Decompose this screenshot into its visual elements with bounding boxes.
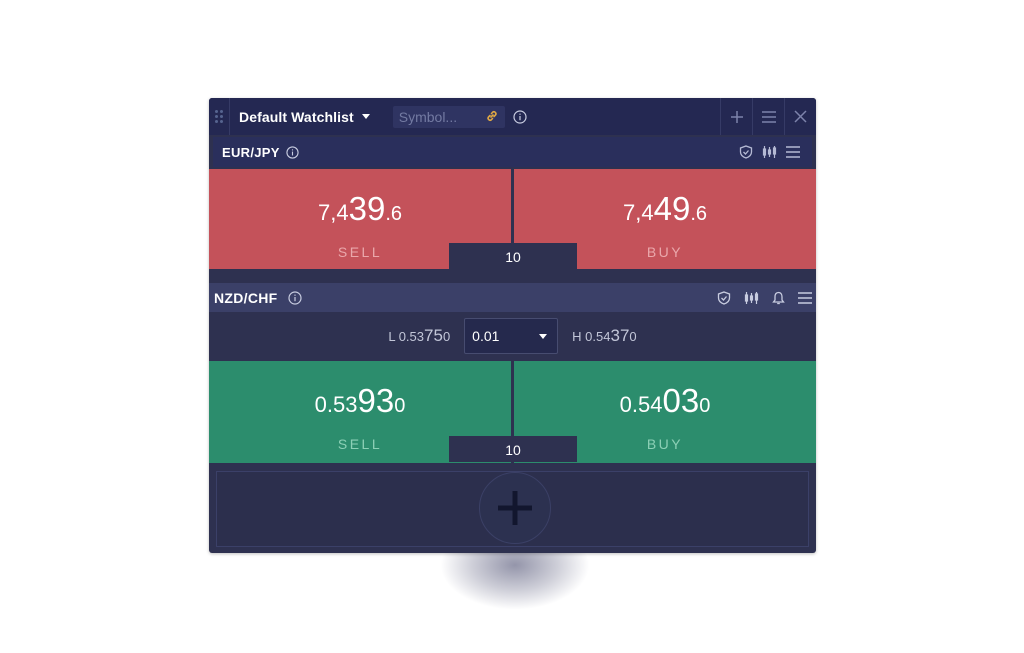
quantity-input-eurjpy[interactable]: 10 (449, 243, 577, 269)
instrument-header-eurjpy: EUR/JPY (213, 137, 812, 167)
close-button[interactable] (784, 98, 816, 135)
watchlist-titlebar: Default Watchlist (209, 98, 816, 135)
instrument-name: EUR/JPY (222, 144, 280, 160)
spread-row-nzdchf: L 0.53750 0.01 H 0.54370 (209, 312, 816, 360)
divider (229, 98, 230, 135)
quantity-input-nzdchf[interactable]: 10 (449, 436, 577, 462)
bell-icon[interactable] (772, 291, 785, 305)
shield-icon[interactable] (717, 290, 731, 305)
instrument-header-nzdchf: NZD/CHF (209, 283, 816, 312)
link-icon[interactable] (485, 109, 499, 128)
buy-label: BUY (646, 436, 684, 452)
shield-icon[interactable] (739, 145, 753, 159)
watchlist-title[interactable]: Default Watchlist (239, 109, 354, 125)
buy-price: 0.54030 (619, 382, 711, 419)
info-icon[interactable] (286, 145, 299, 159)
window-menu-button[interactable] (752, 98, 784, 135)
chart-candles-icon[interactable] (744, 291, 759, 305)
symbol-search[interactable] (392, 105, 505, 128)
buy-label: BUY (646, 244, 684, 260)
add-instrument-button[interactable] (479, 472, 551, 544)
sell-label: SELL (337, 436, 383, 452)
menu-icon[interactable] (786, 146, 800, 158)
add-tab-button[interactable] (720, 98, 752, 135)
lot-size-select[interactable]: 0.01 (464, 318, 559, 354)
sell-label: SELL (337, 244, 383, 260)
plus-icon (498, 491, 532, 525)
info-icon[interactable] (287, 290, 302, 305)
menu-icon (761, 110, 776, 123)
buy-price: 7,449.6 (623, 190, 707, 227)
close-icon (794, 110, 807, 123)
plus-icon (730, 110, 743, 123)
instrument-name: NZD/CHF (214, 289, 278, 306)
caret-down-icon (539, 334, 548, 339)
low-price: L 0.53750 (388, 326, 451, 345)
chart-candles-icon[interactable] (762, 145, 777, 159)
drag-handle-icon[interactable] (209, 98, 229, 135)
menu-icon[interactable] (798, 291, 812, 304)
caret-down-icon[interactable] (361, 114, 370, 119)
high-price: H 0.54370 (572, 326, 637, 345)
sell-price: 0.53930 (314, 382, 406, 419)
watchlist-widget: Default Watchlist EUR/JPY (209, 98, 816, 553)
sell-price: 7,439.6 (318, 190, 402, 227)
info-icon[interactable] (513, 109, 527, 124)
symbol-input[interactable] (392, 108, 479, 125)
